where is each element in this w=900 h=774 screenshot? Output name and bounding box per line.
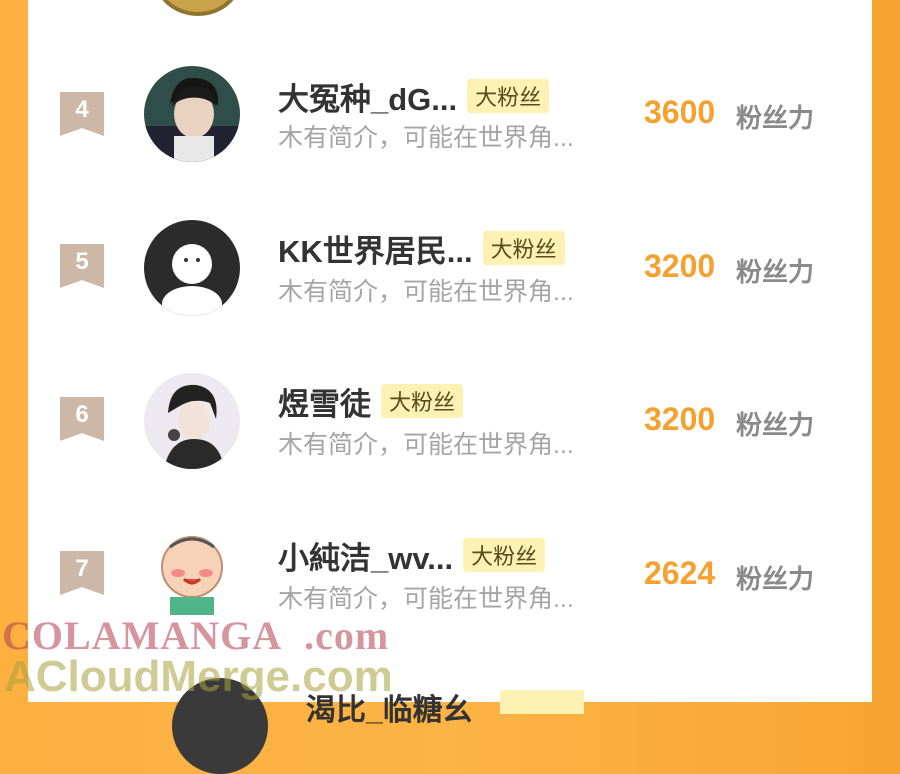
ranking-card: 4 大冤种_dG... 大粉丝 木有简介，可能在世界角... 3600 粉丝力 …	[28, 0, 872, 774]
user-intro: 木有简介，可能在世界角...	[278, 278, 574, 306]
ranking-row[interactable]: 4 大冤种_dG... 大粉丝 木有简介，可能在世界角... 3600 粉丝力	[28, 36, 872, 190]
user-name[interactable]: 大冤种_dG...	[278, 74, 457, 119]
fan-power-score: 3600	[644, 94, 716, 130]
avatar[interactable]	[144, 527, 240, 623]
ranking-row[interactable]: 5 KK世界居民... 大粉丝 木有简介，可能在世界角... 3200 粉丝力	[28, 190, 872, 344]
rank-badge: 4	[60, 92, 104, 136]
fan-power-score: 3200	[644, 248, 716, 284]
name-line: 大冤种_dG... 大粉丝	[278, 74, 550, 119]
rank-badge: 5	[60, 244, 104, 288]
fan-power-unit: 粉丝力	[736, 103, 815, 133]
user-name[interactable]: KK世界居民...	[278, 226, 473, 271]
user-intro: 木有简介，可能在世界角...	[278, 431, 574, 459]
user-name[interactable]: 小純洁_wv...	[278, 533, 453, 578]
name-line: KK世界居民... 大粉丝	[278, 226, 565, 271]
user-intro: 木有简介，可能在世界角...	[278, 585, 574, 613]
avatar[interactable]	[144, 220, 240, 316]
avatar[interactable]	[144, 66, 240, 162]
fan-power-score: 2624	[644, 555, 716, 591]
rank-badge: 7	[60, 551, 104, 595]
user-name[interactable]: 煜雪徒	[278, 379, 371, 424]
fan-level-badge: 大粉丝	[482, 231, 565, 265]
avatar[interactable]	[144, 373, 240, 469]
fan-level-badge-partial	[500, 690, 584, 714]
fan-power-score: 3200	[644, 401, 716, 437]
rank-badge: 6	[60, 397, 104, 441]
fan-level-badge: 大粉丝	[463, 538, 546, 572]
name-line: 小純洁_wv... 大粉丝	[278, 533, 546, 578]
ranking-row[interactable]: 6 煜雪徒 大粉丝 木有简介，可能在世界角... 3200 粉丝力	[28, 343, 872, 497]
name-line: 煜雪徒 大粉丝	[278, 379, 464, 424]
fan-power-unit: 粉丝力	[736, 257, 815, 287]
fan-power-unit: 粉丝力	[736, 410, 815, 440]
fan-level-badge: 大粉丝	[381, 384, 464, 418]
fan-level-badge: 大粉丝	[467, 79, 550, 113]
watermark-acloudmerge: ACloudMerge.com	[4, 652, 393, 701]
fan-power-unit: 粉丝力	[736, 564, 815, 594]
avatar-partial-top[interactable]	[154, 0, 242, 16]
user-intro: 木有简介，可能在世界角...	[278, 124, 574, 152]
